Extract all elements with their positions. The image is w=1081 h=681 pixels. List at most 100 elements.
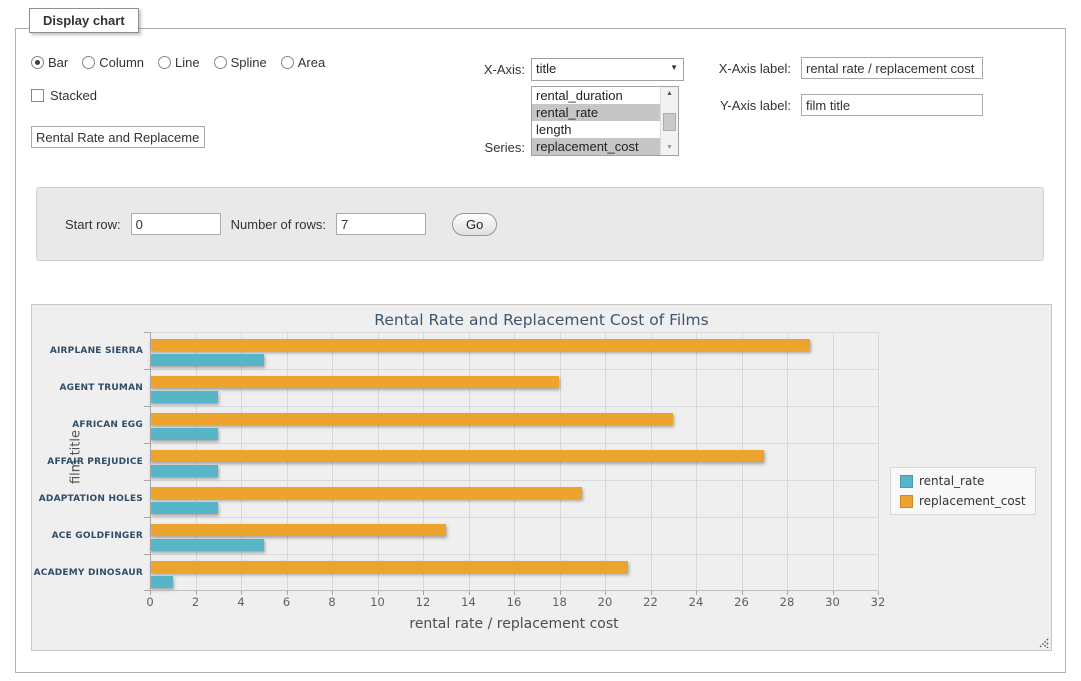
x-axis-label-input[interactable] <box>801 57 983 79</box>
bar-rental_rate[interactable] <box>150 539 264 551</box>
x-axis-select-label: X-Axis: <box>441 62 525 77</box>
category-label: ADAPTATION HOLES <box>32 493 143 505</box>
bar-replacement_cost[interactable] <box>150 339 810 351</box>
bar-rental_rate[interactable] <box>150 428 218 440</box>
y-axis-line <box>150 332 151 591</box>
stacked-checkbox-row[interactable]: Stacked <box>31 88 97 103</box>
radio-option-spline[interactable]: Spline <box>214 55 267 70</box>
chart-title: Rental Rate and Replacement Cost of Film… <box>32 311 1051 329</box>
x-tick-label: 4 <box>237 595 244 609</box>
category-label: ACE GOLDFINGER <box>32 530 143 542</box>
x-tick-label: 6 <box>283 595 290 609</box>
radio-label: Area <box>298 55 325 70</box>
scroll-up-icon[interactable]: ▲ <box>661 87 678 101</box>
x-tick-label: 0 <box>146 595 153 609</box>
bar-rental_rate[interactable] <box>150 502 218 514</box>
radio-option-line[interactable]: Line <box>158 55 200 70</box>
x-tick-label: 22 <box>643 595 658 609</box>
gridline <box>150 554 878 555</box>
legend-label: replacement_cost <box>919 494 1026 508</box>
gridline <box>150 369 878 370</box>
bar-replacement_cost[interactable] <box>150 413 673 425</box>
bar-rental_rate[interactable] <box>150 465 218 477</box>
gridline <box>150 332 878 333</box>
display-chart-legend: Display chart <box>29 8 139 33</box>
start-row-label: Start row: <box>65 217 121 232</box>
radio-label: Spline <box>231 55 267 70</box>
bar-replacement_cost[interactable] <box>150 561 628 573</box>
resize-handle[interactable] <box>1037 636 1049 648</box>
x-tick-label: 12 <box>416 595 431 609</box>
y-axis-label-input[interactable] <box>801 94 983 116</box>
x-axis-select-value: title <box>536 61 556 76</box>
category-label: AIRPLANE SIERRA <box>32 345 143 357</box>
series-option-rental_duration[interactable]: rental_duration <box>532 87 660 104</box>
legend-swatch <box>900 495 913 508</box>
chart-title-input[interactable] <box>31 126 205 148</box>
radio-label: Column <box>99 55 144 70</box>
radio-icon <box>214 56 227 69</box>
radio-icon <box>281 56 294 69</box>
gridline <box>150 443 878 444</box>
series-option-rental_rate[interactable]: rental_rate <box>532 104 660 121</box>
number-of-rows-input[interactable] <box>336 213 426 235</box>
series-option-replacement_cost[interactable]: replacement_cost <box>532 138 660 155</box>
listbox-scrollbar[interactable]: ▲ ▼ <box>660 87 678 155</box>
x-axis-line <box>150 590 878 591</box>
radio-label: Bar <box>48 55 68 70</box>
y-axis-label-caption: Y-Axis label: <box>706 98 791 113</box>
series-listbox[interactable]: rental_durationrental_ratelengthreplacem… <box>531 86 679 156</box>
chart-legend: rental_rate replacement_cost <box>890 467 1036 515</box>
plot-area <box>150 332 878 591</box>
x-tick-label: 30 <box>825 595 840 609</box>
legend-item-replacement_cost[interactable]: replacement_cost <box>900 494 1026 508</box>
legend-label: rental_rate <box>919 474 984 488</box>
radio-option-bar[interactable]: Bar <box>31 55 68 70</box>
x-tick-label: 16 <box>507 595 522 609</box>
category-labels: AIRPLANE SIERRA AGENT TRUMAN AFRICAN EGG AF… <box>32 332 143 591</box>
radio-option-column[interactable]: Column <box>82 55 144 70</box>
series-option-length[interactable]: length <box>532 121 660 138</box>
bar-rental_rate[interactable] <box>150 391 218 403</box>
bar-rental_rate[interactable] <box>150 576 173 588</box>
chart-type-radios: Bar Column Line Spline Area <box>31 55 325 70</box>
gridline <box>833 332 834 591</box>
display-chart-panel: Display chart BarColumnLineSplineArea St… <box>15 28 1066 673</box>
x-tick-label: 32 <box>871 595 886 609</box>
bar-replacement_cost[interactable] <box>150 376 559 388</box>
stacked-checkbox[interactable] <box>31 89 44 102</box>
gridline <box>150 406 878 407</box>
gridline <box>150 517 878 518</box>
start-row-input[interactable] <box>131 213 221 235</box>
scrollbar-thumb[interactable] <box>663 113 676 131</box>
legend-item-rental_rate[interactable]: rental_rate <box>900 474 1026 488</box>
x-tick-label: 8 <box>328 595 335 609</box>
category-label: AFFAIR PREJUDICE <box>32 456 143 468</box>
x-tick-label: 24 <box>689 595 704 609</box>
bar-replacement_cost[interactable] <box>150 450 764 462</box>
bar-replacement_cost[interactable] <box>150 524 446 536</box>
radio-option-area[interactable]: Area <box>281 55 325 70</box>
row-controls-panel: Start row: Number of rows: Go <box>36 187 1044 261</box>
bar-replacement_cost[interactable] <box>150 487 582 499</box>
bar-rental_rate[interactable] <box>150 354 264 366</box>
x-axis-label-caption: X-Axis label: <box>706 61 791 76</box>
x-tick-label: 28 <box>780 595 795 609</box>
gridline <box>878 332 879 591</box>
category-label: ACADEMY DINOSAUR <box>32 567 143 579</box>
x-tick-label: 10 <box>370 595 385 609</box>
radio-icon <box>31 56 44 69</box>
page: Display chart Bar Column Line Spline Area St… <box>0 0 1081 681</box>
go-button[interactable]: Go <box>452 213 497 236</box>
x-axis-select[interactable]: title ▼ <box>531 58 684 81</box>
scroll-down-icon[interactable]: ▼ <box>661 141 678 155</box>
chevron-down-icon: ▼ <box>670 63 678 72</box>
x-tick-label: 14 <box>461 595 476 609</box>
category-label: AGENT TRUMAN <box>32 382 143 394</box>
x-axis-title: rental rate / replacement cost <box>150 616 878 632</box>
category-label: AFRICAN EGG <box>32 419 143 431</box>
x-tick-label: 26 <box>734 595 749 609</box>
legend-swatch <box>900 475 913 488</box>
series-listbox-options: rental_durationrental_ratelengthreplacem… <box>532 87 660 155</box>
radio-icon <box>82 56 95 69</box>
